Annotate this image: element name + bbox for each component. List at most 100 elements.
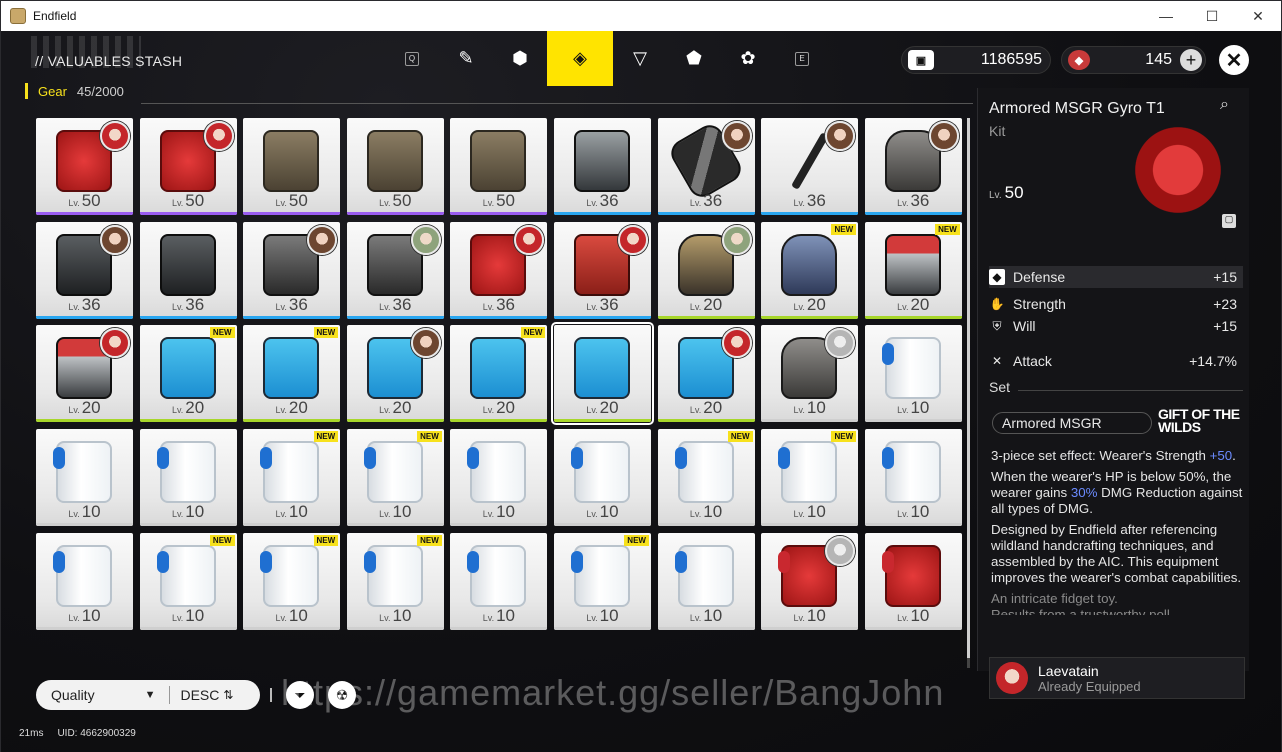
gear-item[interactable]: Lv. 10 bbox=[36, 532, 133, 630]
gear-level: Lv. 20 bbox=[554, 398, 651, 418]
gear-item[interactable]: Lv. 50 bbox=[346, 118, 444, 215]
gear-level: Lv. 36 bbox=[450, 295, 547, 315]
gear-item[interactable]: Lv. 10 bbox=[761, 532, 859, 630]
gear-item[interactable]: Lv. 20 NEW bbox=[243, 325, 341, 423]
add-currency-button[interactable]: + bbox=[1180, 49, 1202, 71]
lock-icon[interactable]: ▢ bbox=[1222, 214, 1236, 228]
gear-item[interactable]: Lv. 10 NEW bbox=[139, 532, 237, 630]
gear-item[interactable]: Lv. 10 bbox=[761, 325, 859, 423]
set-brand-logo: GIFT OF THE WILDS bbox=[1158, 406, 1240, 435]
gear-item[interactable]: Lv. 10 bbox=[864, 532, 962, 630]
gear-item[interactable]: Lv. 20 NEW bbox=[761, 221, 859, 319]
sort-dropdown[interactable]: Quality bbox=[51, 687, 95, 703]
gear-item[interactable]: Lv. 20 NEW bbox=[450, 325, 548, 423]
gear-level: Lv. 10 bbox=[658, 606, 755, 626]
level-prefix: Lv. bbox=[482, 405, 495, 416]
level-value: 20 bbox=[910, 294, 930, 314]
gear-item[interactable]: Lv. 10 NEW bbox=[243, 532, 341, 630]
tab-misc[interactable]: ✿ bbox=[721, 31, 775, 86]
item-type: Kit bbox=[989, 123, 1006, 139]
gear-item[interactable]: Lv. 20 NEW bbox=[864, 221, 962, 319]
gear-item[interactable]: Lv. 10 bbox=[864, 429, 962, 527]
gear-item[interactable]: Lv. 10 NEW bbox=[346, 532, 444, 630]
level-value: 20 bbox=[806, 294, 826, 314]
gear-item[interactable]: Lv. 10 NEW bbox=[553, 532, 651, 630]
gear-item[interactable]: Lv. 36 bbox=[761, 118, 859, 215]
tab-consumables[interactable]: ▽ bbox=[613, 31, 667, 86]
gear-item[interactable]: Lv. 10 bbox=[450, 429, 548, 527]
effect1-end: . bbox=[1232, 448, 1236, 463]
gear-item[interactable]: Lv. 36 bbox=[139, 221, 237, 319]
gear-image bbox=[467, 544, 527, 607]
operator-name: Laevatain bbox=[1038, 662, 1099, 679]
gear-item[interactable]: Lv. 10 NEW bbox=[346, 429, 444, 527]
gear-item[interactable]: Lv. 20 NEW bbox=[139, 325, 237, 423]
gear-item[interactable]: Lv. 10 NEW bbox=[761, 429, 859, 527]
rarity-bar bbox=[139, 523, 237, 527]
gear-item[interactable]: Lv. 36 bbox=[36, 221, 133, 319]
gear-level: Lv. 20 bbox=[658, 295, 755, 315]
gear-item[interactable]: Lv. 20 bbox=[657, 325, 755, 423]
gear-item[interactable]: Lv. 36 bbox=[553, 221, 651, 319]
gear-item[interactable]: Lv. 36 bbox=[450, 221, 548, 319]
new-badge: NEW bbox=[313, 534, 339, 546]
level-prefix: Lv. bbox=[897, 198, 909, 208]
order-toggle[interactable]: DESC bbox=[180, 687, 219, 703]
gear-level: Lv. 10 bbox=[36, 606, 133, 626]
tab-materials[interactable]: ⬢ bbox=[493, 31, 547, 86]
rarity-bar bbox=[761, 419, 859, 423]
scroll-thumb[interactable] bbox=[967, 118, 970, 658]
equipped-by-card[interactable]: Laevatain Already Equipped bbox=[989, 657, 1245, 699]
gear-item[interactable]: Lv. 50 bbox=[450, 118, 548, 215]
gear-item[interactable]: Lv. 50 bbox=[139, 118, 237, 215]
gear-item[interactable]: Lv. 36 bbox=[657, 118, 755, 215]
category-tabs: Q ✎ ⬢ ◈ ▽ ⬟ ✿ E bbox=[385, 31, 829, 86]
tab-special[interactable]: ⬟ bbox=[667, 31, 721, 86]
tab-key-e[interactable]: E bbox=[775, 31, 829, 86]
level-value: 10 bbox=[392, 502, 412, 522]
sort-order-icon[interactable]: ⇅ bbox=[223, 688, 233, 702]
gear-item[interactable]: Lv. 36 bbox=[864, 118, 962, 215]
main-stat-value: +15 bbox=[1213, 269, 1237, 285]
maximize-button[interactable]: ☐ bbox=[1189, 1, 1235, 31]
gear-image bbox=[366, 130, 423, 192]
tab-key-q[interactable]: Q bbox=[385, 31, 439, 86]
gear-item[interactable]: Lv. 36 bbox=[553, 118, 651, 215]
gear-item[interactable]: Lv. 10 bbox=[864, 325, 962, 423]
gear-item[interactable]: Lv. 10 bbox=[553, 429, 651, 527]
equipped-operator-avatar bbox=[825, 121, 856, 151]
gear-item[interactable]: Lv. 20 bbox=[657, 221, 755, 319]
new-badge: NEW bbox=[831, 223, 857, 235]
gear-level: Lv. 20 bbox=[865, 295, 962, 315]
close-window-button[interactable]: ✕ bbox=[1235, 1, 1281, 31]
gear-item[interactable]: Lv. 50 bbox=[36, 118, 133, 215]
gear-image bbox=[674, 441, 734, 504]
gear-item[interactable]: Lv. 20 bbox=[346, 325, 444, 423]
level-prefix: Lv. bbox=[68, 405, 80, 416]
gear-item[interactable]: Lv. 10 NEW bbox=[657, 429, 755, 527]
gear-item[interactable]: Lv. 10 NEW bbox=[243, 429, 341, 527]
gear-item[interactable]: Lv. 20 bbox=[36, 325, 133, 423]
minimize-button[interactable]: — bbox=[1143, 1, 1189, 31]
gear-item[interactable]: Lv. 20 bbox=[550, 322, 654, 426]
gear-item[interactable]: Lv. 10 bbox=[36, 429, 133, 527]
gear-item[interactable]: Lv. 36 bbox=[243, 221, 341, 319]
tab-weapons[interactable]: ✎ bbox=[439, 31, 493, 86]
gear-item[interactable]: Lv. 10 bbox=[657, 532, 755, 630]
gear-item[interactable]: Lv. 36 bbox=[346, 221, 444, 319]
set-divider bbox=[1018, 390, 1243, 391]
grid-scrollbar[interactable] bbox=[967, 118, 970, 668]
gear-item[interactable]: Lv. 10 bbox=[139, 429, 237, 527]
tab-gear[interactable]: ◈ bbox=[547, 31, 613, 86]
gear-item[interactable]: Lv. 50 bbox=[243, 118, 341, 215]
level-prefix: Lv. bbox=[275, 405, 287, 416]
close-stash-button[interactable]: ✕ bbox=[1219, 45, 1249, 75]
rarity-bar bbox=[243, 212, 341, 215]
gear-level: Lv. 36 bbox=[865, 191, 962, 211]
chevron-down-icon[interactable]: ▼ bbox=[145, 689, 156, 701]
inspect-icon[interactable]: ⌕ bbox=[1220, 96, 1242, 118]
gear-image bbox=[881, 337, 941, 400]
level-value: 36 bbox=[599, 191, 619, 210]
item-name: Armored MSGR Gyro T1 bbox=[989, 100, 1165, 117]
gear-item[interactable]: Lv. 10 bbox=[450, 532, 548, 630]
